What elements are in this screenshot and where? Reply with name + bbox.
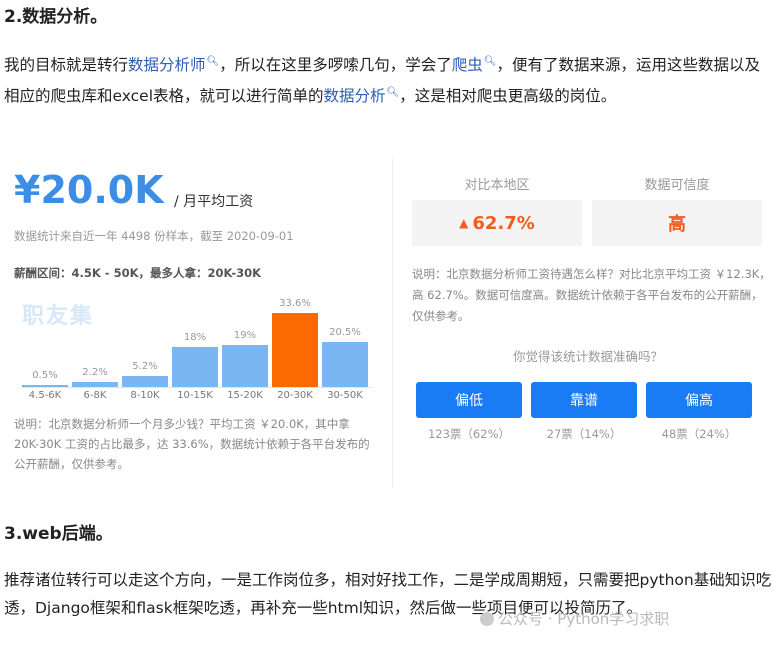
bar-value-label: 33.6% (279, 298, 311, 309)
section-2-paragraph: 我的目标就是转行数据分析师🔍︎，所以在这里多啰嗦几句，学会了爬虫🔍︎，便有了数据… (4, 48, 774, 110)
bar-value-label: 18% (183, 332, 207, 344)
bar-10-15K (172, 347, 218, 387)
local-compare-value: ▲ 62.7% (412, 200, 582, 246)
wechat-icon (480, 612, 494, 626)
link-data-analyst[interactable]: 数据分析师🔍︎ (128, 56, 219, 74)
salary-screenshot: ¥20.0K / 月平均工资 数据统计来自近一年 4498 份样本，截至 202… (0, 148, 776, 490)
link-data-analysis[interactable]: 数据分析🔍︎ (324, 87, 400, 105)
bar-20-30K (272, 313, 318, 387)
bar-category-label: 30-50K (327, 390, 363, 401)
vote-low-count: 123票（62%） (427, 427, 510, 441)
salary-bar-chart: 0.5% 4.5-6K 2.2% 6-8K 5.2% 8-10K 18% 10-15K 19% 1… (0, 148, 385, 408)
vote-low-button[interactable]: 偏低 (416, 382, 522, 418)
bar-30-50K (322, 341, 368, 387)
bar-15-20K (222, 345, 268, 387)
search-icon: 🔍︎ (483, 56, 497, 67)
compare-panel: 对比本地区 数据可信度 ▲ 62.7% 高 说明：北京数据分析师工资待遇怎么样？对… (400, 148, 776, 490)
bar-category-label: 20-30K (277, 390, 313, 401)
vote-high-count: 48票（24%） (661, 427, 737, 441)
vote-reliable-button[interactable]: 靠谱 (531, 382, 637, 418)
bar-value-label: 19% (233, 330, 257, 342)
section-2-title: 2.数据分析。 (4, 7, 108, 27)
bar-value-label: 5.2% (132, 360, 158, 372)
bar-category-label: 8-10K (130, 390, 160, 401)
panel-divider (392, 158, 393, 488)
salary-panel: ¥20.0K / 月平均工资 数据统计来自近一年 4498 份样本，截至 202… (0, 148, 385, 490)
bar-value-label: 2.2% (82, 367, 108, 379)
local-compare-label: 对比本地区 (464, 178, 530, 193)
bar-category-label: 6-8K (83, 390, 107, 401)
bar-category-label: 10-15K (177, 390, 213, 401)
bar-4.5-6K (22, 385, 68, 387)
search-icon: 🔍︎ (386, 87, 400, 99)
bar-8-10K (122, 375, 168, 387)
bar-category-label: 15-20K (227, 390, 263, 401)
trust-value: 高 (592, 200, 762, 246)
salary-note: 说明：北京数据分析师一个月多少钱？平均工资 ￥20.0K，其中拿 20K-30K… (14, 417, 370, 471)
vote-question: 你觉得该统计数据准确吗？ (512, 349, 663, 364)
compare-note: 说明：北京数据分析师工资待遇怎么样？对比北京平均工资 ￥12.3K，高 62.7… (412, 267, 771, 323)
account-watermark: 公众号 · Python学习求职 (480, 608, 669, 629)
trust-label: 数据可信度 (644, 178, 710, 193)
bar-value-label: 20.5% (329, 326, 361, 338)
vote-reliable-count: 27票（14%） (546, 427, 622, 441)
bar-6-8K (72, 382, 118, 387)
bar-category-label: 4.5-6K (28, 390, 62, 401)
arrow-up-icon: ▲ (459, 216, 469, 230)
link-crawler[interactable]: 爬虫🔍︎ (452, 56, 497, 74)
bar-value-label: 0.5% (32, 370, 58, 381)
search-icon: 🔍︎ (206, 56, 220, 67)
vote-high-button[interactable]: 偏高 (646, 382, 752, 418)
section-3-title: 3.web后端。 (4, 524, 113, 544)
